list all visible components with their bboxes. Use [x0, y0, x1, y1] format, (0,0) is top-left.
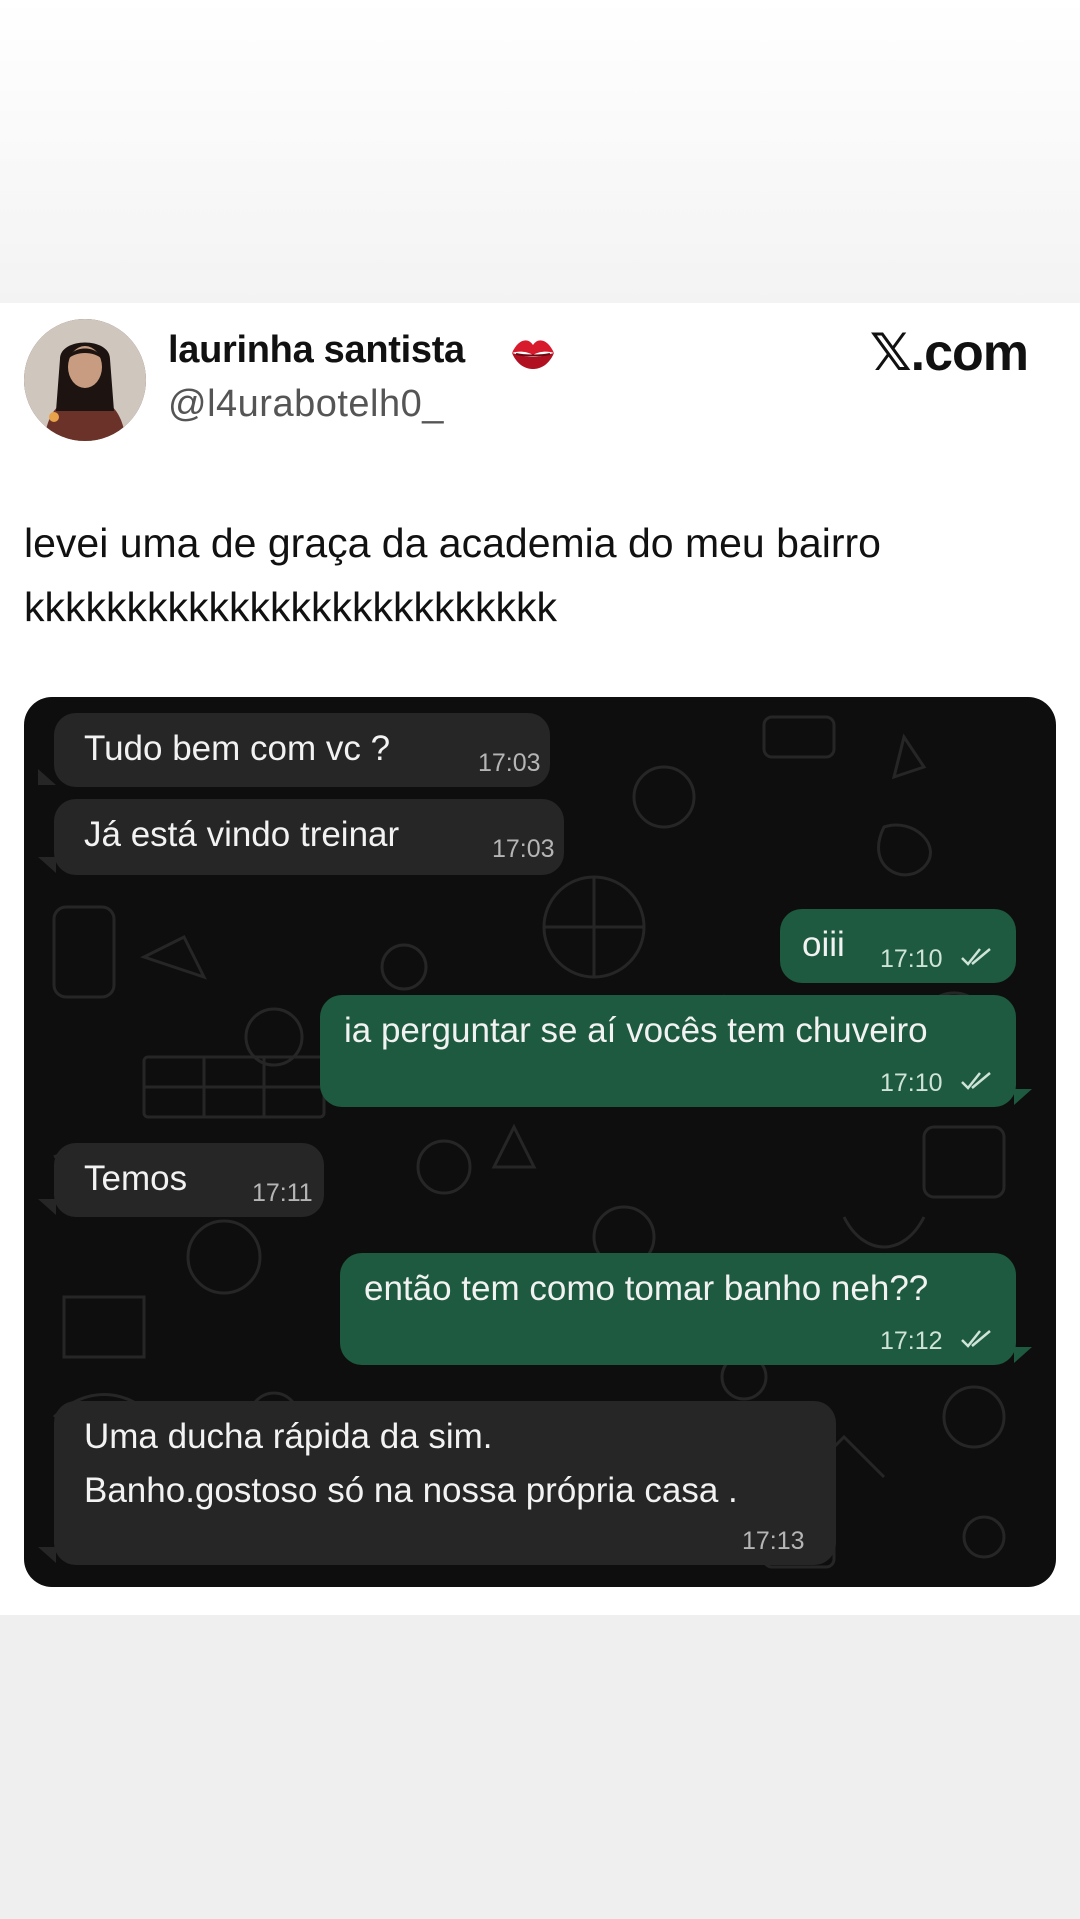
- message-text: Uma ducha rápida da sim.: [84, 1417, 493, 1456]
- message-text: Temos: [84, 1159, 188, 1198]
- incoming-message-bubble[interactable]: Uma ducha rápida da sim. Banho.gostoso s…: [54, 1401, 836, 1565]
- bubble-tail: [1014, 1089, 1032, 1105]
- tweet-card: laurinha santista @l4urabotelh0_ 𝕏.com l…: [0, 303, 1080, 1615]
- bubble-tail: [38, 1547, 56, 1563]
- tweet-text-line: kkkkkkkkkkkkkkkkkkkkkkkkkk: [24, 584, 557, 630]
- chat-screenshot: Tudo bem com vc ? 17:03 Já está vindo tr…: [24, 697, 1056, 1587]
- tweet-text-line: levei uma de graça da academia do meu ba…: [24, 520, 881, 566]
- message-text: Já está vindo treinar: [84, 815, 400, 854]
- message-timestamp: 17:10: [880, 945, 943, 973]
- read-ticks-icon: [961, 1330, 991, 1348]
- outgoing-message-bubble[interactable]: oiii 17:10: [780, 909, 1016, 983]
- message-timestamp: 17:03: [478, 749, 541, 777]
- bubble-tail: [1014, 1347, 1032, 1363]
- x-logo-brand: 𝕏.com: [869, 324, 1029, 382]
- user-handle[interactable]: @l4urabotelh0_: [168, 383, 444, 426]
- message-timestamp: 17:03: [492, 835, 555, 863]
- display-name[interactable]: laurinha santista: [168, 329, 465, 372]
- message-timestamp: 17:13: [742, 1527, 805, 1555]
- bubble-tail: [38, 857, 56, 873]
- message-timestamp: 17:12: [880, 1327, 943, 1355]
- top-blank-area: [0, 0, 1080, 303]
- read-ticks-icon: [961, 1072, 991, 1090]
- message-timestamp: 17:11: [252, 1179, 313, 1207]
- bubble-tail: [38, 1199, 56, 1215]
- incoming-message-bubble[interactable]: Temos 17:11: [54, 1143, 324, 1217]
- bottom-blank-area: [0, 1615, 1080, 1919]
- incoming-message-bubble[interactable]: Tudo bem com vc ? 17:03: [54, 713, 550, 787]
- message-text: oiii: [802, 925, 845, 964]
- message-text: Banho.gostoso só na nossa própria casa .: [84, 1471, 738, 1510]
- tweet-text: levei uma de graça da academia do meu ba…: [24, 511, 1044, 639]
- outgoing-message-bubble[interactable]: ia perguntar se aí vocês tem chuveiro 17…: [320, 995, 1016, 1107]
- kiss-mark-icon: [512, 340, 554, 369]
- message-timestamp: 17:10: [880, 1069, 943, 1097]
- incoming-message-bubble[interactable]: Já está vindo treinar 17:03: [54, 799, 564, 875]
- avatar[interactable]: [24, 319, 146, 441]
- outgoing-message-bubble[interactable]: então tem como tomar banho neh?? 17:12: [340, 1253, 1016, 1365]
- message-text: então tem como tomar banho neh??: [364, 1269, 929, 1308]
- read-ticks-icon: [961, 948, 991, 966]
- message-text: ia perguntar se aí vocês tem chuveiro: [344, 1011, 928, 1050]
- message-text: Tudo bem com vc ?: [84, 729, 391, 768]
